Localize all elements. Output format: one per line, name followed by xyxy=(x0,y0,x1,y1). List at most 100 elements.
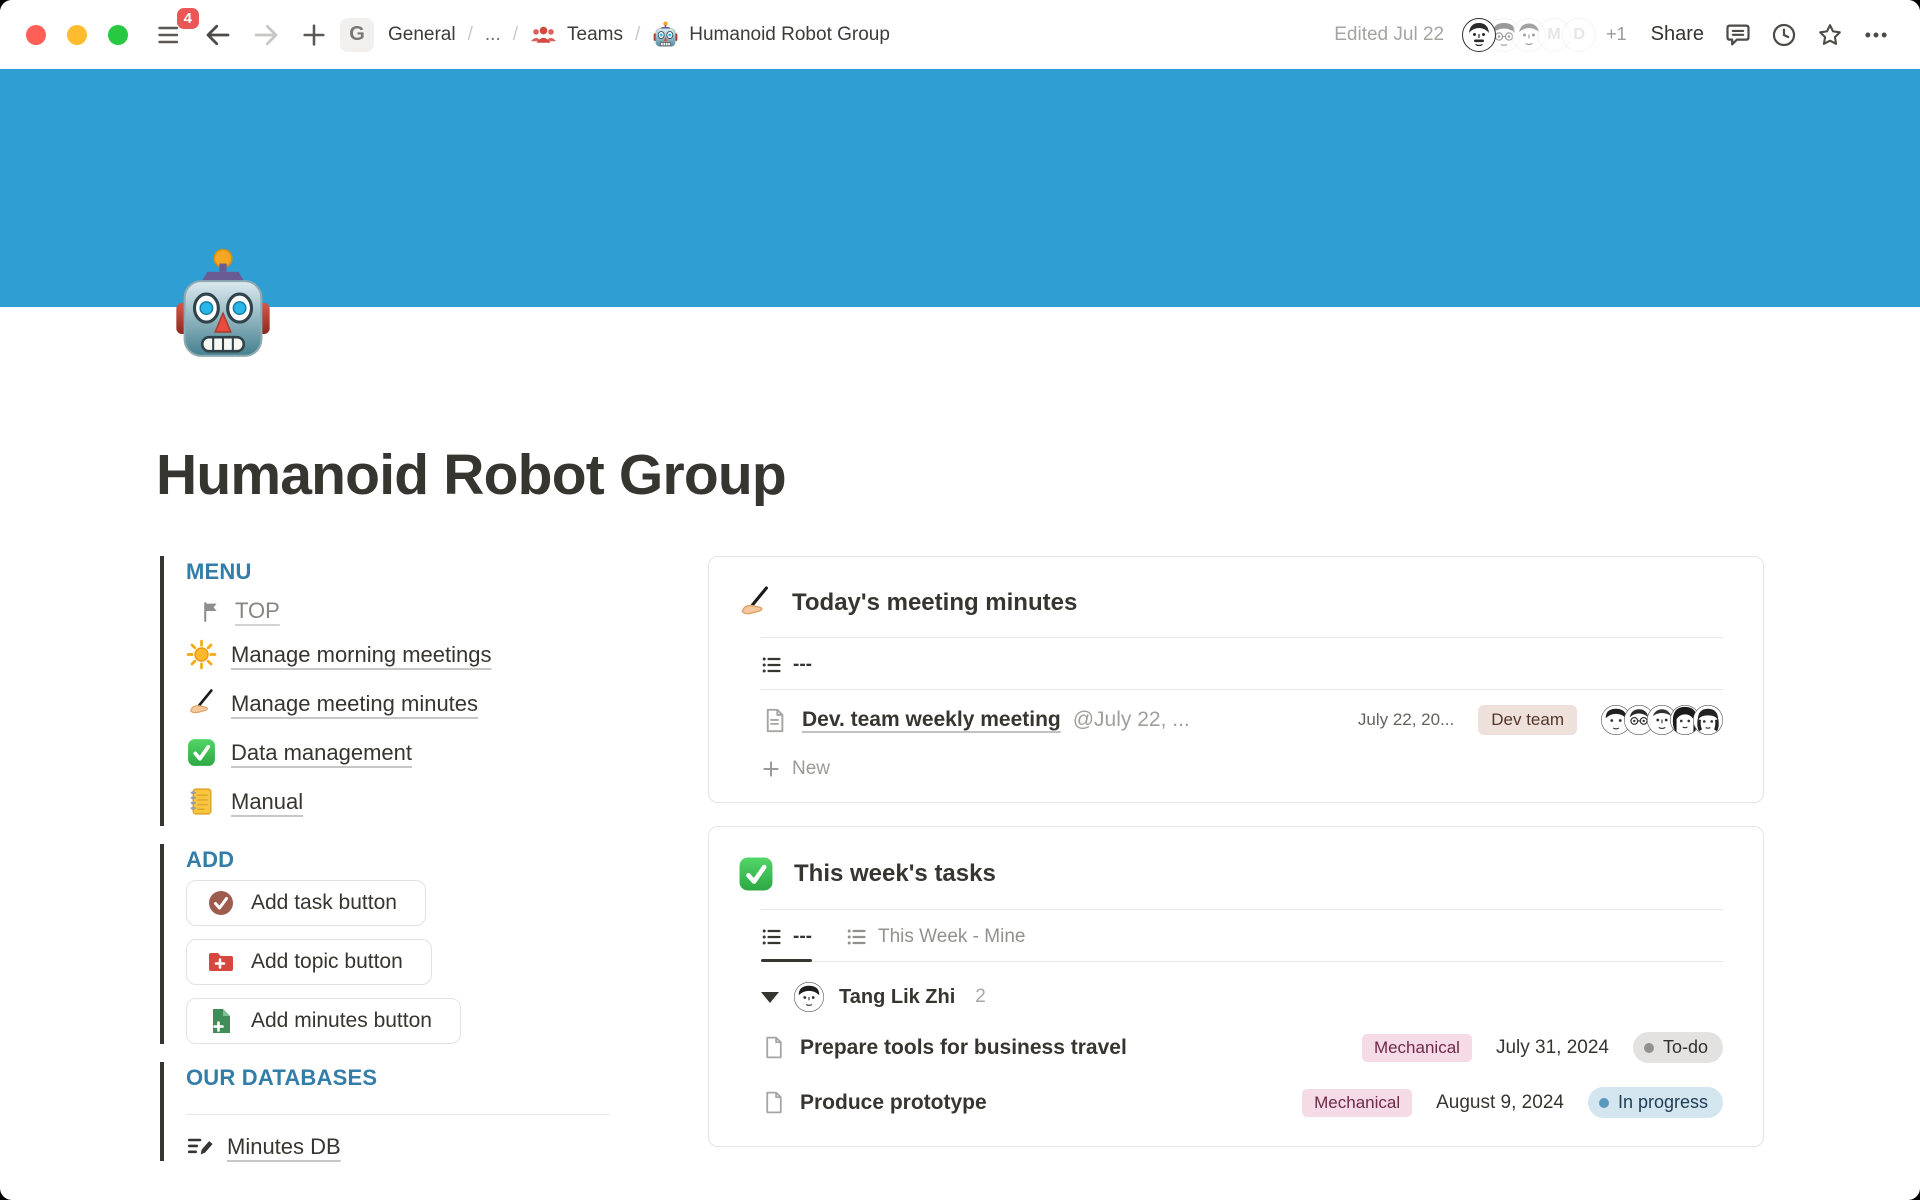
menu-item-label: Data management xyxy=(231,740,412,766)
minutes-view-tab[interactable]: --- xyxy=(761,654,812,689)
tasks-view-tab-this-week-mine[interactable]: This Week - Mine xyxy=(846,926,1025,961)
add-minutes-button[interactable]: Add minutes button xyxy=(186,998,461,1044)
plus-icon xyxy=(761,759,781,779)
task-title-link[interactable]: Prepare tools for business travel xyxy=(800,1036,1127,1060)
more-members-count[interactable]: +1 xyxy=(1606,24,1627,45)
attendee-avatar-stack xyxy=(1601,705,1723,735)
page-icon-robot[interactable] xyxy=(171,249,275,361)
check-mark-icon xyxy=(186,737,217,768)
left-column: MENU TOP Manage morning meetings Manage … xyxy=(156,556,708,1179)
meeting-minutes-card: Today's meeting minutes --- xyxy=(708,556,1764,803)
menu-item-label: Manage meeting minutes xyxy=(231,691,478,717)
avatar-mustache-man[interactable] xyxy=(1462,18,1496,52)
database-item-minutes-db[interactable]: Minutes DB xyxy=(186,1131,708,1161)
breadcrumb-ellipsis[interactable]: ... xyxy=(485,24,501,46)
add-header: ADD xyxy=(186,844,708,880)
weekly-tasks-card-header: This week's tasks xyxy=(737,853,1723,909)
fullscreen-button[interactable] xyxy=(108,25,128,45)
right-column: Today's meeting minutes --- xyxy=(708,556,1764,1179)
history-button[interactable] xyxy=(1766,17,1802,53)
database-item-label: Minutes DB xyxy=(227,1134,341,1160)
status-dot xyxy=(1644,1043,1654,1053)
page-icon xyxy=(761,1090,786,1115)
favorite-button[interactable] xyxy=(1812,17,1848,53)
titlebar-right: Edited Jul 22 M D +1 Share xyxy=(1334,17,1894,53)
comments-button[interactable] xyxy=(1720,17,1756,53)
nav-controls: 4 xyxy=(152,17,332,53)
new-tab-button[interactable] xyxy=(296,17,332,53)
breadcrumb-teams-label: Teams xyxy=(567,24,623,46)
menu-item-label: Manage morning meetings xyxy=(231,642,491,668)
check-mark-icon xyxy=(737,855,775,893)
breadcrumb-general[interactable]: General xyxy=(388,24,456,46)
meeting-row-meta: July 22, 20... Dev team xyxy=(1358,705,1723,735)
app-window: 4 G General / ... / Teams / xyxy=(0,0,1920,1200)
page-icon xyxy=(761,707,788,734)
list-view-icon xyxy=(846,926,868,948)
status-badge-in-progress: In progress xyxy=(1588,1087,1723,1118)
category-tag: Mechanical xyxy=(1362,1034,1472,1062)
breadcrumb-current-page[interactable]: Humanoid Robot Group xyxy=(652,21,890,48)
add-block: ADD Add task button Add topic button Add… xyxy=(160,844,708,1044)
menu-item-data-management[interactable]: Data management xyxy=(186,728,708,777)
collapse-caret-icon[interactable] xyxy=(761,992,779,1003)
notification-badge: 4 xyxy=(177,8,199,29)
menu-item-morning-meetings[interactable]: Manage morning meetings xyxy=(186,630,708,679)
meeting-title-link[interactable]: Dev. team weekly meeting xyxy=(802,708,1061,732)
active-tab-indicator xyxy=(761,959,812,962)
new-meeting-label: New xyxy=(792,758,830,780)
teams-icon xyxy=(530,21,557,48)
status-badge-todo: To-do xyxy=(1633,1032,1723,1063)
more-options-button[interactable] xyxy=(1858,17,1894,53)
share-button[interactable]: Share xyxy=(1651,23,1704,46)
menu-item-label: Manual xyxy=(231,789,303,815)
menu-item-top-label: TOP xyxy=(235,598,280,624)
page-icon xyxy=(761,1035,786,1060)
tasks-view-tabs: --- This Week - Mine xyxy=(761,910,1723,961)
status-label: To-do xyxy=(1663,1037,1708,1058)
writing-hand-icon xyxy=(737,585,773,621)
plus-icon xyxy=(300,21,328,49)
add-topic-button[interactable]: Add topic button xyxy=(186,939,432,985)
member-avatar-stack[interactable]: M D xyxy=(1462,18,1596,52)
close-button[interactable] xyxy=(26,25,46,45)
robot-icon xyxy=(171,249,275,361)
add-task-button[interactable]: Add task button xyxy=(186,880,426,926)
workspace-chip[interactable]: G xyxy=(340,18,374,52)
status-label: In progress xyxy=(1618,1092,1708,1113)
menu-item-manual[interactable]: Manual xyxy=(186,777,708,826)
sidebar-toggle-button[interactable]: 4 xyxy=(152,17,188,53)
avatar-initial-d[interactable]: D xyxy=(1562,18,1596,52)
status-dot xyxy=(1599,1098,1609,1108)
ellipsis-icon xyxy=(1862,21,1890,49)
assignee-name[interactable]: Tang Lik Zhi xyxy=(839,986,955,1009)
breadcrumb-teams[interactable]: Teams xyxy=(530,21,623,48)
list-view-icon xyxy=(761,654,783,676)
list-view-icon xyxy=(761,926,783,948)
new-meeting-button[interactable]: New xyxy=(761,748,1723,786)
assignee-task-count: 2 xyxy=(975,986,986,1008)
meeting-row: Dev. team weekly meeting @July 22, ... J… xyxy=(761,690,1723,748)
breadcrumb-page-label: Humanoid Robot Group xyxy=(689,24,890,46)
page-body: Humanoid Robot Group MENU TOP Manage mor… xyxy=(0,441,1920,1179)
task-title-link[interactable]: Produce prototype xyxy=(800,1091,987,1115)
assignee-avatar xyxy=(794,982,824,1012)
task-row: Prepare tools for business travel Mechan… xyxy=(761,1020,1723,1075)
minimize-button[interactable] xyxy=(67,25,87,45)
menu-item-top[interactable]: TOP xyxy=(186,592,708,630)
clock-icon xyxy=(1770,21,1798,49)
forward-button[interactable] xyxy=(248,17,284,53)
weekly-tasks-card-title: This week's tasks xyxy=(794,860,996,888)
category-tag: Mechanical xyxy=(1302,1089,1412,1117)
task-row-meta: Mechanical August 9, 2024 In progress xyxy=(1302,1087,1723,1118)
breadcrumb-separator: / xyxy=(635,24,640,46)
tasks-view-tab-all[interactable]: --- xyxy=(761,926,812,961)
menu-item-meeting-minutes[interactable]: Manage meeting minutes xyxy=(186,679,708,728)
add-minutes-label: Add minutes button xyxy=(251,1009,432,1033)
task-row-meta: Mechanical July 31, 2024 To-do xyxy=(1362,1032,1723,1063)
back-button[interactable] xyxy=(200,17,236,53)
robot-icon xyxy=(652,21,679,48)
page-title: Humanoid Robot Group xyxy=(156,441,1764,509)
notebook-icon xyxy=(186,786,217,817)
avatar-bob-hair-woman xyxy=(1693,705,1723,735)
